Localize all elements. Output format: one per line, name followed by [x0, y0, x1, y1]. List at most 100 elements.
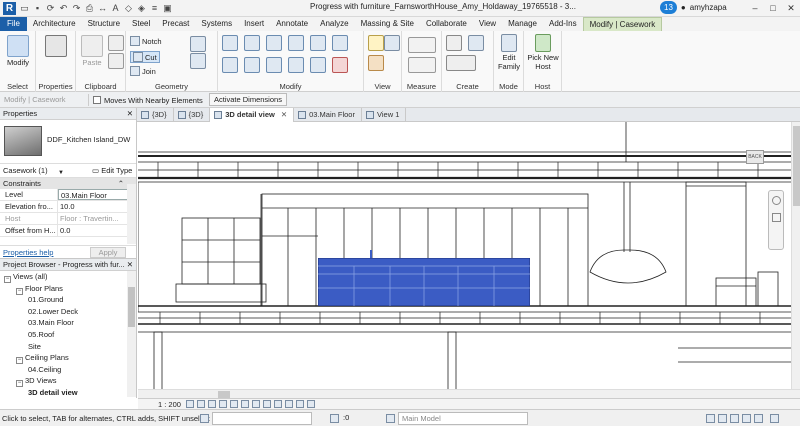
ribbon-tab-precast[interactable]: Precast	[156, 17, 195, 31]
sync-icon[interactable]: ⟳	[45, 3, 56, 14]
text-icon[interactable]: A	[110, 3, 121, 14]
create-group-icon[interactable]	[446, 55, 476, 71]
activate-dimensions-button[interactable]: Activate Dimensions	[209, 93, 287, 106]
show-crop-icon[interactable]	[252, 400, 260, 408]
property-row[interactable]: Level 03.Main Floor	[0, 189, 136, 201]
design-option-dropdown[interactable]: Main Model	[398, 412, 528, 425]
open-icon[interactable]: ▭	[19, 3, 30, 14]
tree-node[interactable]: Site	[0, 341, 136, 353]
close-icon[interactable]: ✕	[127, 108, 133, 120]
ribbon-tab-architecture[interactable]: Architecture	[27, 17, 82, 31]
view-cube[interactable]: BACK	[746, 150, 764, 164]
user-name[interactable]: amyhzapa	[690, 3, 727, 12]
navigation-bar[interactable]	[768, 190, 784, 250]
tree-node[interactable]: −3D Views	[0, 375, 136, 388]
linework-icon[interactable]	[368, 55, 384, 71]
pin-grip[interactable]	[370, 250, 372, 258]
cut-icon[interactable]	[108, 35, 124, 51]
measure-icon[interactable]: ↔	[97, 3, 108, 14]
thin-lines-icon[interactable]: ≡	[149, 3, 160, 14]
select-underlay-icon[interactable]	[718, 414, 727, 423]
measure-distance-icon[interactable]	[408, 37, 436, 53]
scroll-thumb[interactable]	[128, 287, 135, 327]
properties-scrollbar[interactable]	[127, 184, 136, 244]
design-options-icon[interactable]	[386, 414, 395, 423]
detail-level-icon[interactable]	[186, 400, 194, 408]
crop-view-icon[interactable]	[241, 400, 249, 408]
tree-node[interactable]: 05.Roof	[0, 329, 136, 341]
save-icon[interactable]: ▪	[32, 3, 43, 14]
close-icon[interactable]: ✕	[782, 0, 800, 16]
reveal-hidden-icon[interactable]	[285, 400, 293, 408]
shadows-icon[interactable]	[219, 400, 227, 408]
join-button[interactable]: Join	[130, 66, 156, 76]
ribbon-tab-file[interactable]: File	[0, 17, 27, 31]
hide-in-view-icon[interactable]	[368, 35, 384, 51]
select-links-icon[interactable]	[706, 414, 715, 423]
instance-filter[interactable]: Casework (1) ▼ ▭ Edit Type	[0, 164, 136, 178]
property-row[interactable]: Host Floor : Travertin...	[0, 213, 136, 225]
view-tab[interactable]: View 1	[362, 108, 407, 122]
trim-icon[interactable]	[332, 35, 348, 51]
print-icon[interactable]: ⎙	[84, 3, 95, 14]
create-parts-icon[interactable]	[468, 35, 484, 51]
temporary-hide-icon[interactable]	[274, 400, 282, 408]
copy-element-icon[interactable]	[244, 57, 260, 73]
tree-node[interactable]: 3D detail view	[0, 387, 136, 399]
ribbon-tab-collaborate[interactable]: Collaborate	[420, 17, 473, 31]
property-value[interactable]: 10.0	[58, 201, 136, 212]
ribbon-tab-modify-casework[interactable]: Modify | Casework	[582, 17, 663, 31]
canvas-vertical-scrollbar[interactable]	[791, 122, 800, 389]
constraints-section[interactable]: Constraints ⌃	[0, 178, 136, 189]
workset-dropdown[interactable]	[212, 412, 312, 425]
tree-node[interactable]: − Floor Plans	[0, 283, 136, 295]
tree-node[interactable]: 03.Main Floor	[0, 317, 136, 329]
view-scale[interactable]: 1 : 200	[138, 400, 186, 409]
maximize-icon[interactable]: □	[764, 0, 782, 16]
3d-view-icon[interactable]: ◇	[123, 3, 134, 14]
edit-family-button[interactable]: Edit Family	[495, 34, 523, 71]
property-value[interactable]: 03.Main Floor	[58, 189, 136, 200]
delete-icon[interactable]	[332, 57, 348, 73]
modify-button[interactable]: Modify	[4, 35, 32, 67]
switch-windows-icon[interactable]: ▣	[162, 3, 173, 14]
ribbon-tab-massing-site[interactable]: Massing & Site	[355, 17, 420, 31]
property-row[interactable]: Offset from H... 0.0	[0, 225, 136, 237]
override-graphics-icon[interactable]	[384, 35, 400, 51]
move-icon[interactable]	[222, 57, 238, 73]
ribbon-tab-manage[interactable]: Manage	[502, 17, 543, 31]
ribbon-tab-view[interactable]: View	[473, 17, 502, 31]
property-value[interactable]: 0.0	[58, 225, 136, 236]
undo-icon[interactable]: ↶	[58, 3, 69, 14]
redo-icon[interactable]: ↷	[71, 3, 82, 14]
create-assembly-icon[interactable]	[446, 35, 462, 51]
rotate-icon[interactable]	[266, 57, 282, 73]
dropdown-icon[interactable]: ▼	[58, 166, 66, 176]
mirror-axis-icon[interactable]	[266, 35, 282, 51]
scale-icon[interactable]	[310, 57, 326, 73]
ribbon-tab-insert[interactable]: Insert	[238, 17, 270, 31]
render-icon[interactable]	[230, 400, 238, 408]
drawing-canvas[interactable]: BACK	[138, 122, 800, 398]
tree-node[interactable]: 04.Ceiling	[0, 364, 136, 376]
tree-node[interactable]: 01.Ground	[0, 294, 136, 306]
visual-style-icon[interactable]	[197, 400, 205, 408]
edit-type-button[interactable]: ▭ Edit Type	[92, 164, 132, 178]
view-tab[interactable]: 3D detail view ✕	[210, 108, 295, 122]
ribbon-tab-systems[interactable]: Systems	[195, 17, 238, 31]
view-tab[interactable]: 03.Main Floor	[294, 108, 362, 122]
moves-with-nearby-checkbox[interactable]: Moves With Nearby Elements	[88, 94, 203, 106]
align-icon[interactable]	[222, 35, 238, 51]
worksharing-icon[interactable]	[200, 414, 209, 423]
browser-scrollbar[interactable]	[127, 271, 136, 397]
minimize-icon[interactable]: –	[746, 0, 764, 16]
section-icon[interactable]: ◈	[136, 3, 147, 14]
split-icon[interactable]	[310, 35, 326, 51]
ribbon-tab-structure[interactable]: Structure	[82, 17, 126, 31]
notch-button[interactable]: Notch	[130, 36, 162, 46]
offset-icon[interactable]	[244, 35, 260, 51]
selected-kitchen-island[interactable]	[318, 258, 530, 306]
paste-button[interactable]: Paste	[79, 35, 105, 67]
scroll-thumb[interactable]	[793, 126, 800, 206]
view-tab[interactable]: {3D}	[137, 108, 174, 122]
